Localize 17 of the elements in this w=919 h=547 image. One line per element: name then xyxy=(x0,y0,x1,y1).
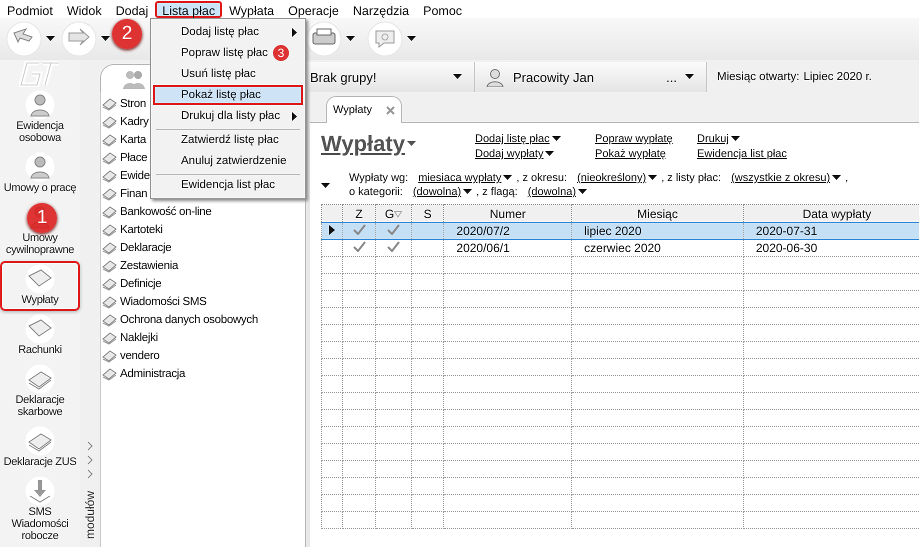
month-label: Miesiąc otwarty: xyxy=(717,71,800,83)
month-value: Lipiec 2020 r. xyxy=(803,71,872,83)
filter-label: o kategorii: xyxy=(349,186,403,198)
table-cell: 2020-07-31 xyxy=(743,222,919,240)
table-cell: 2020/07/2 xyxy=(444,222,572,240)
filter-label: , z listy płac: xyxy=(661,172,722,184)
filter-label: , xyxy=(845,172,848,184)
filter-label: , z okresu: xyxy=(516,172,568,184)
table-cell: 2020/06/1 xyxy=(444,240,572,256)
step-badge: 3 xyxy=(273,45,289,61)
table-cell: czerwiec 2020 xyxy=(572,240,744,256)
step-badge: 1 xyxy=(27,203,57,233)
more-text: ... xyxy=(666,70,677,84)
filter-label: Wypłaty wg: xyxy=(349,172,408,184)
filter-label: , z flagą: xyxy=(476,186,518,198)
table-cell: lipiec 2020 xyxy=(572,222,744,240)
modules-label: modułów xyxy=(83,490,97,539)
